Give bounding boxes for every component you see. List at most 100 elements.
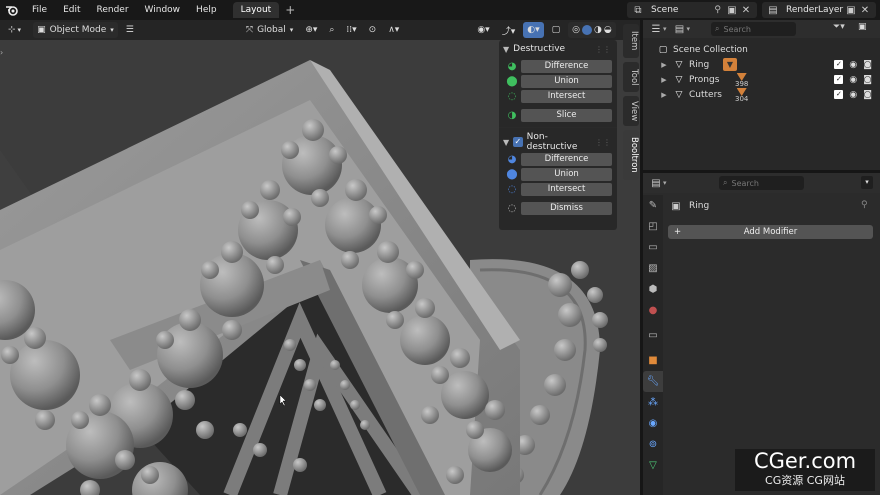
destructive-union-button[interactable]: Union bbox=[521, 74, 612, 88]
tab-item[interactable]: Item bbox=[623, 24, 639, 58]
outliner-row-cutters[interactable]: ▶ ▽ Cutters 304 ✓ ◉ ◙ bbox=[643, 87, 880, 103]
dismiss-button[interactable]: Dismiss bbox=[521, 201, 612, 215]
eye-icon[interactable]: ◉ bbox=[849, 75, 857, 85]
nondestructive-intersect-button[interactable]: Intersect bbox=[521, 182, 612, 196]
exclude-checkbox[interactable]: ✓ bbox=[834, 75, 844, 84]
outliner-row-ring[interactable]: ▶ ▽ Ring ▼ ✓ ◉ ◙ bbox=[643, 57, 880, 72]
panel-divider bbox=[499, 127, 617, 128]
wireframe-icon[interactable]: ◎ bbox=[572, 25, 580, 35]
pivot-icon[interactable]: ⊕▾ bbox=[301, 22, 321, 38]
view-layer-icon: ▤ bbox=[768, 4, 778, 16]
new-view-layer-icon[interactable]: ▣ bbox=[844, 3, 858, 17]
modifier-tab-icon[interactable]: 🔧︎ bbox=[643, 371, 663, 392]
mode-selector[interactable]: ▣ Object Mode ▾ bbox=[33, 22, 118, 38]
outliner-search-input[interactable]: ⌕ Search bbox=[711, 22, 796, 36]
new-collection-icon[interactable]: ▣ bbox=[858, 22, 867, 32]
render-tab-icon[interactable]: ◰ bbox=[643, 216, 663, 237]
menu-icon[interactable]: ☰ bbox=[122, 22, 138, 38]
collection-tab-icon[interactable]: ▭ bbox=[643, 325, 663, 346]
properties-search-input[interactable]: ⌕ Search bbox=[719, 176, 804, 190]
menu-file[interactable]: File bbox=[24, 0, 55, 20]
display-mode-icon[interactable]: ▤ bbox=[673, 22, 687, 36]
menu-help[interactable]: Help bbox=[188, 0, 225, 20]
filter-icon[interactable]: ⏷▾ bbox=[833, 22, 845, 32]
pin-icon[interactable]: ⚲ bbox=[714, 5, 721, 15]
menu-render[interactable]: Render bbox=[89, 0, 137, 20]
modifier-badge[interactable]: 304 bbox=[735, 88, 748, 103]
orientation-selector[interactable]: ⤧ Global ▾ bbox=[242, 22, 297, 38]
close-icon[interactable]: ✕ bbox=[858, 3, 872, 17]
rendered-icon[interactable]: ◒ bbox=[604, 25, 612, 35]
add-modifier-button[interactable]: + Add Modifier bbox=[668, 225, 873, 239]
data-tab-icon[interactable]: ▽ bbox=[643, 455, 663, 476]
top-bar: File Edit Render Window Help Layout + ⧉ … bbox=[0, 0, 880, 20]
particles-tab-icon[interactable]: ⁂ bbox=[643, 392, 663, 413]
object-tab-icon[interactable]: ■ bbox=[643, 350, 663, 371]
gizmo-icon[interactable]: ⤴▾ bbox=[498, 22, 520, 38]
view-layer-selector[interactable]: ▤ RenderLayer ▣ ✕ bbox=[762, 2, 876, 18]
material-icon[interactable]: ◑ bbox=[594, 25, 602, 35]
physics-tab-icon[interactable]: ◉ bbox=[643, 413, 663, 434]
proportional-icon[interactable]: ⊙ bbox=[365, 22, 381, 38]
nondestructive-union-button[interactable]: Union bbox=[521, 167, 612, 181]
outliner-row-prongs[interactable]: ▶ ▽ Prongs 398 ✓ ◉ ◙ bbox=[643, 72, 880, 88]
expand-icon[interactable]: ▶ bbox=[659, 76, 669, 84]
scene-tab-icon[interactable]: ⬢ bbox=[643, 279, 663, 300]
menu-window[interactable]: Window bbox=[137, 0, 189, 20]
solid-icon[interactable] bbox=[581, 25, 592, 35]
non-destructive-checkbox[interactable]: ✓ bbox=[513, 137, 523, 147]
constraints-tab-icon[interactable]: ⊚ bbox=[643, 434, 663, 455]
modifier-badge[interactable]: 398 bbox=[735, 73, 748, 88]
pin-icon[interactable]: ⚲ bbox=[861, 200, 868, 210]
object-mode-icon: ▣ bbox=[37, 25, 46, 35]
tab-view[interactable]: View bbox=[623, 96, 639, 126]
camera-icon[interactable]: ◙ bbox=[863, 60, 872, 70]
close-icon[interactable]: ✕ bbox=[739, 3, 753, 17]
falloff-icon[interactable]: ∧▾ bbox=[384, 22, 403, 38]
add-workspace-button[interactable]: + bbox=[285, 3, 295, 17]
destructive-intersect-button[interactable]: Intersect bbox=[521, 89, 612, 103]
visibility-icon[interactable]: ◉▾ bbox=[473, 22, 493, 38]
chevron-down-icon[interactable]: ▾ bbox=[663, 25, 667, 33]
options-chevron-icon[interactable]: ▾ bbox=[861, 176, 873, 189]
eye-icon[interactable]: ◉ bbox=[849, 90, 857, 100]
chevron-down-icon[interactable]: ▾ bbox=[687, 25, 691, 33]
overlays-icon[interactable]: ◐▾ bbox=[523, 22, 544, 38]
modifier-wrench-icon[interactable]: ▼ bbox=[723, 58, 737, 71]
camera-icon[interactable]: ◙ bbox=[863, 90, 872, 100]
properties-editor-icon[interactable]: ▤ bbox=[649, 176, 663, 190]
snap-target-icon[interactable]: ⁞⁞▾ bbox=[342, 22, 360, 38]
nondestructive-difference-button[interactable]: Difference bbox=[521, 152, 612, 166]
xray-icon[interactable]: ▢ bbox=[548, 22, 565, 38]
blender-logo-icon[interactable] bbox=[0, 0, 24, 20]
scene-selector[interactable]: ⧉ Scene ⚲ ▣ ✕ bbox=[627, 2, 757, 18]
destructive-header[interactable]: ▼ Destructive ⋮⋮ bbox=[499, 40, 617, 58]
destructive-difference-button[interactable]: Difference bbox=[521, 59, 612, 73]
tool-tab-icon[interactable]: ✎ bbox=[643, 195, 663, 216]
camera-icon[interactable]: ◙ bbox=[863, 75, 872, 85]
eye-icon[interactable]: ◉ bbox=[849, 60, 857, 70]
chevron-down-icon[interactable]: ▾ bbox=[663, 179, 667, 187]
booltron-panel: ▼ Destructive ⋮⋮ ◕ Difference ⬤ Union ◌ Int… bbox=[499, 40, 617, 230]
menu-edit[interactable]: Edit bbox=[55, 0, 88, 20]
non-destructive-header[interactable]: ▼ ✓ Non-destructive ⋮⋮ bbox=[499, 132, 617, 152]
exclude-checkbox[interactable]: ✓ bbox=[834, 60, 844, 69]
editor-type-button[interactable]: ⊹ ▾ bbox=[4, 22, 25, 38]
world-tab-icon[interactable]: ● bbox=[643, 300, 663, 321]
new-scene-icon[interactable]: ▣ bbox=[725, 3, 739, 17]
view-layer-tab-icon[interactable]: ▨ bbox=[643, 258, 663, 279]
scene-collection-row[interactable]: ▢ Scene Collection bbox=[643, 42, 880, 57]
tab-booltron[interactable]: Booltron bbox=[623, 130, 639, 180]
drag-handle-icon[interactable]: ⋮⋮ bbox=[595, 138, 611, 147]
exclude-checkbox[interactable]: ✓ bbox=[834, 90, 844, 99]
tab-tool[interactable]: Tool bbox=[623, 62, 639, 92]
expand-icon[interactable]: ▶ bbox=[659, 91, 669, 99]
output-tab-icon[interactable]: ▭ bbox=[643, 237, 663, 258]
workspace-tab-layout[interactable]: Layout bbox=[232, 2, 280, 18]
toolbar-expand-icon[interactable]: › bbox=[0, 48, 3, 57]
expand-icon[interactable]: ▶ bbox=[659, 61, 669, 69]
destructive-slice-button[interactable]: Slice bbox=[521, 108, 612, 122]
snap-icon[interactable]: ⌕ bbox=[325, 22, 338, 38]
drag-handle-icon[interactable]: ⋮⋮ bbox=[595, 45, 611, 54]
outliner-editor-icon[interactable]: ☰ bbox=[649, 22, 663, 36]
